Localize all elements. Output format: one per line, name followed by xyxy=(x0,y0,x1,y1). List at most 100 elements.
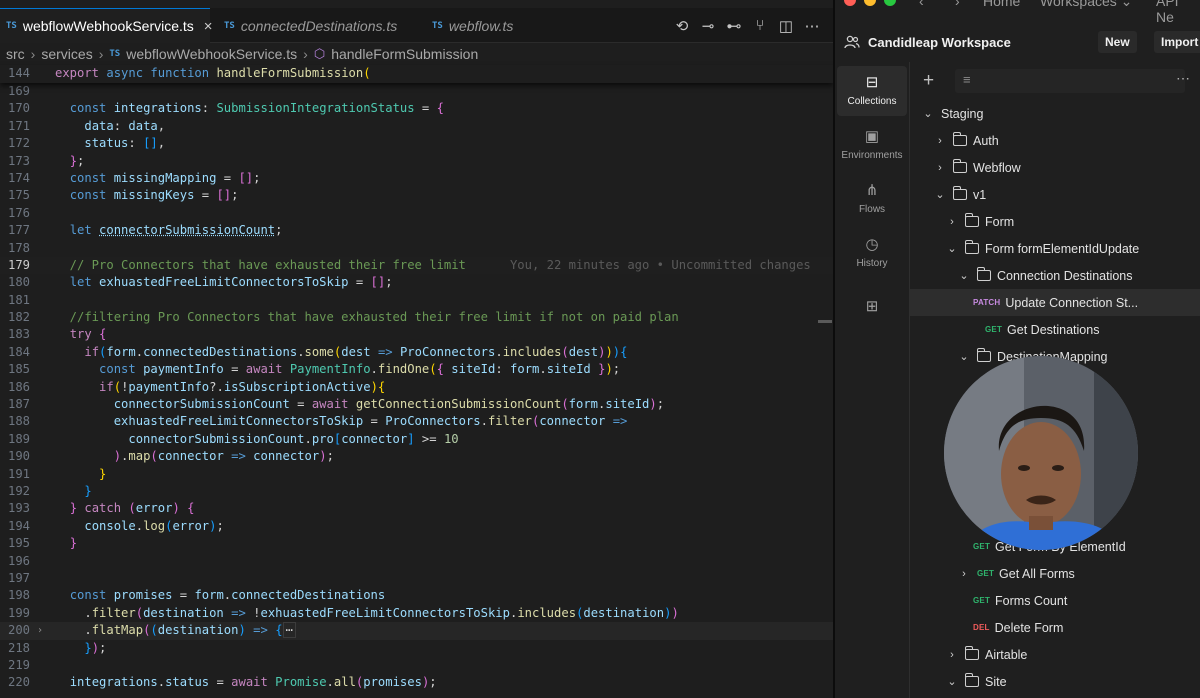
add-icon[interactable]: + xyxy=(923,70,934,92)
http-method-badge: DEL xyxy=(973,623,990,632)
workspace-header: Candidleap Workspace New Import xyxy=(835,25,1200,59)
tree-item-label: Get Destinations xyxy=(1007,322,1100,337)
folder-icon xyxy=(976,267,991,281)
more-options-icon[interactable]: ⋯ xyxy=(1176,70,1190,87)
chevron-down-icon[interactable]: ⌄ xyxy=(921,107,935,120)
chevron-down-icon[interactable]: ⌄ xyxy=(957,269,971,282)
tree-item-label: Staging xyxy=(941,106,984,121)
more-actions-icon[interactable]: ⋯ xyxy=(803,17,821,35)
import-button[interactable]: Import xyxy=(1154,31,1200,53)
webcam-overlay xyxy=(944,356,1138,550)
back-arrow-icon[interactable]: ‹ xyxy=(919,0,924,9)
sticky-scroll-header[interactable]: 144 export async function handleFormSubmi… xyxy=(0,65,833,83)
split-editor-icon[interactable]: ◫ xyxy=(777,17,795,35)
http-method-badge: GET xyxy=(977,569,995,578)
folder-icon xyxy=(952,159,967,173)
chevron-down-icon[interactable]: ⌄ xyxy=(933,188,947,201)
folder-icon xyxy=(964,673,979,687)
chevron-right-icon[interactable]: › xyxy=(945,649,959,661)
filter-input[interactable]: ≡ xyxy=(955,69,1185,93)
forward-arrow-icon[interactable]: › xyxy=(955,0,960,9)
nav-home[interactable]: Home xyxy=(983,0,1020,9)
folder-item[interactable]: ⌄ Site xyxy=(910,668,1200,695)
sidebar-item-collections[interactable]: ⊟ Collections xyxy=(837,66,907,116)
request-item[interactable]: GET Forms Count xyxy=(910,587,1200,614)
git-blame-annotation: You, 22 minutes ago • Uncommitted change… xyxy=(509,257,811,272)
chevron-down-icon[interactable]: ⌄ xyxy=(945,675,959,688)
breadcrumb-file[interactable]: webflowWebhookService.ts xyxy=(126,46,297,62)
tree-item-label: Forms Count xyxy=(995,593,1068,608)
git-compare-icon[interactable]: ⟲ xyxy=(673,17,691,35)
http-method-badge: GET xyxy=(973,542,991,551)
tab-webflow-webhook-service[interactable]: TS webflowWebhookService.ts × xyxy=(0,8,213,43)
add-workbench-icon: ⊞ xyxy=(865,298,879,315)
typescript-icon: TS xyxy=(109,49,121,59)
source-control-icon[interactable]: ⑂ xyxy=(751,17,769,34)
chevron-down-icon[interactable]: ⌄ xyxy=(957,350,971,363)
folder-item[interactable]: ⌄ v1 xyxy=(910,181,1200,208)
close-icon[interactable]: × xyxy=(204,18,213,35)
typescript-icon: TS xyxy=(432,20,443,31)
sidebar-item-configure[interactable]: ⊞ xyxy=(837,290,907,330)
chevron-right-icon[interactable]: › xyxy=(933,162,947,174)
request-item[interactable]: PATCH Update Connection St... xyxy=(910,289,1200,316)
git-commit-icon[interactable]: ⊸ xyxy=(699,17,717,35)
flows-icon: ⋔ xyxy=(865,182,879,199)
breadcrumb-services[interactable]: services xyxy=(41,46,92,62)
tab-label: webflow.ts xyxy=(448,17,514,34)
folder-icon xyxy=(964,213,979,227)
request-item[interactable]: GET Get Destinations xyxy=(910,316,1200,343)
chevron-right-icon[interactable]: › xyxy=(37,622,43,639)
sidebar-item-history[interactable]: ◷ History xyxy=(837,228,907,278)
sidebar-item-label: Flows xyxy=(858,204,886,215)
close-window-button[interactable] xyxy=(844,0,856,6)
api-client-window: ‹ › Home Workspaces ⌄ API Ne Candidleap … xyxy=(835,0,1200,698)
maximize-window-button[interactable] xyxy=(884,0,896,6)
sidebar: ⊟ Collections ▣ Environments ⋔ Flows ◷ H… xyxy=(835,62,910,698)
tree-item-label: Get All Forms xyxy=(999,566,1075,581)
breadcrumb: src › services › TS webflowWebhookServic… xyxy=(0,43,833,65)
tab-label: connectedDestinations.ts xyxy=(240,17,398,34)
request-item[interactable]: DEL Delete Form xyxy=(910,614,1200,641)
breadcrumb-src[interactable]: src xyxy=(6,46,25,62)
folder-item[interactable]: › Airtable xyxy=(910,641,1200,668)
editor-actions: ⟲ ⊸ ⊷ ⑂ ◫ ⋯ xyxy=(673,8,821,43)
code-editor[interactable]: TS webflowWebhookService.ts × TS connect… xyxy=(0,0,833,698)
chevron-right-icon: › xyxy=(98,46,104,62)
chevron-down-icon[interactable]: ⌄ xyxy=(945,242,959,255)
presenter-video-image xyxy=(944,356,1138,550)
tree-item-label: Webflow xyxy=(973,160,1021,175)
sidebar-item-label: Collections xyxy=(847,96,897,107)
workspace-title: Candidleap Workspace xyxy=(868,34,1011,50)
sidebar-item-environments[interactable]: ▣ Environments xyxy=(837,120,907,170)
minimize-window-button[interactable] xyxy=(864,0,876,6)
chevron-right-icon[interactable]: › xyxy=(933,135,947,147)
nav-workspaces[interactable]: Workspaces ⌄ xyxy=(1040,0,1132,10)
tab-webflow[interactable]: TS webflow.ts xyxy=(426,8,546,43)
collection-item[interactable]: ⌄ Staging xyxy=(910,100,1200,127)
git-next-icon[interactable]: ⊷ xyxy=(725,17,743,35)
sidebar-item-flows[interactable]: ⋔ Flows xyxy=(837,174,907,224)
folder-item[interactable]: › Auth xyxy=(910,127,1200,154)
scrollbar-thumb[interactable] xyxy=(818,320,832,323)
tree-item-label: Delete Form xyxy=(994,620,1064,635)
request-item[interactable]: › GET Get All Forms xyxy=(910,560,1200,587)
folder-item[interactable]: ⌄ Connection Destinations xyxy=(910,262,1200,289)
history-icon: ◷ xyxy=(865,236,879,253)
title-bar: ‹ › Home Workspaces ⌄ API Ne xyxy=(835,0,1200,25)
folder-item[interactable]: ⌄ Form formElementIdUpdate xyxy=(910,235,1200,262)
tree-item-label: Form xyxy=(985,214,1015,229)
nav-api-network[interactable]: API Ne xyxy=(1156,0,1200,25)
new-button[interactable]: New xyxy=(1098,31,1137,53)
chevron-right-icon[interactable]: › xyxy=(945,216,959,228)
sidebar-item-label: Environments xyxy=(841,150,903,161)
folder-item[interactable]: › Form xyxy=(910,208,1200,235)
breadcrumb-symbol[interactable]: handleFormSubmission xyxy=(331,46,478,62)
collections-icon: ⊟ xyxy=(865,74,879,91)
code-area[interactable]: 169 170 const integrations: SubmissionIn… xyxy=(0,83,833,692)
folder-item[interactable]: › Webflow xyxy=(910,154,1200,181)
filter-icon: ≡ xyxy=(963,72,971,87)
tab-label: webflowWebhookService.ts xyxy=(22,18,194,34)
chevron-right-icon[interactable]: › xyxy=(957,568,971,580)
tab-connected-destinations[interactable]: TS connectedDestinations.ts xyxy=(218,8,418,43)
